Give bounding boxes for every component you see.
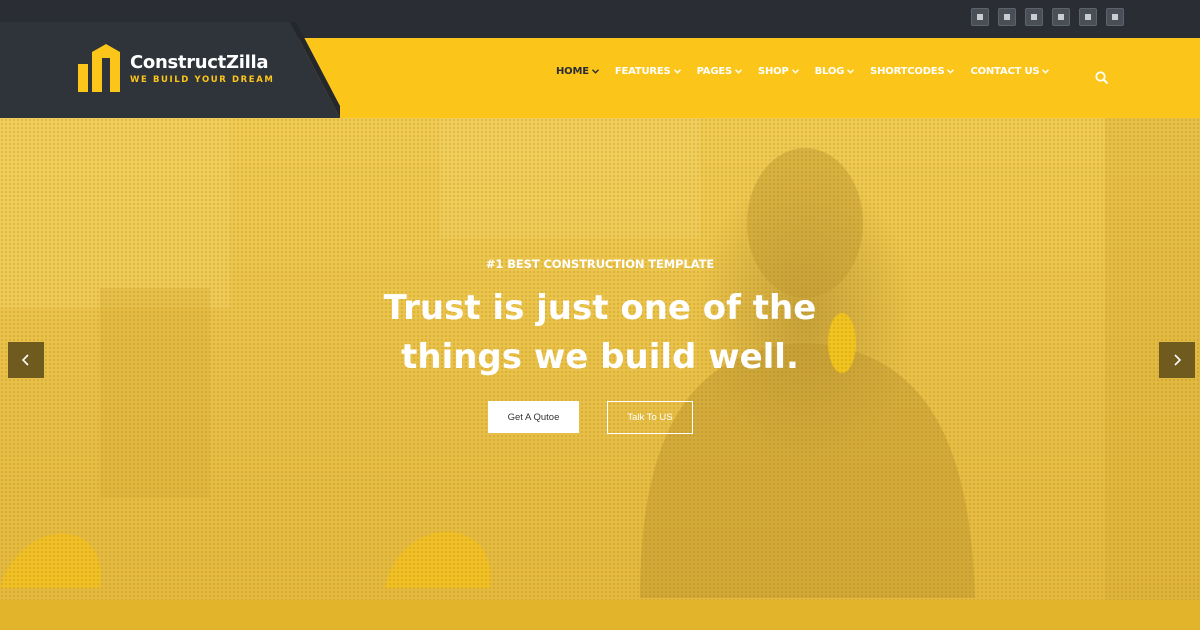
nav-item-contact-us[interactable]: CONTACT US xyxy=(970,66,1050,77)
building-logo-icon xyxy=(78,44,120,92)
hero-slider: #1 BEST CONSTRUCTION TEMPLATE Trust is j… xyxy=(0,118,1200,600)
chevron-down-icon xyxy=(673,69,681,74)
chevron-down-icon xyxy=(791,69,799,74)
nav-item-label: CONTACT US xyxy=(970,66,1040,77)
main-nav: HOME FEATURES PAGES SHOP BLOG SHORTCODES… xyxy=(556,66,1050,77)
chevron-down-icon xyxy=(591,69,599,74)
search-icon[interactable] xyxy=(1095,71,1109,85)
get-a-quote-button[interactable]: Get A Qutoe xyxy=(488,401,579,433)
nav-item-features[interactable]: FEATURES xyxy=(615,66,681,77)
hero-headline: Trust is just one of the things we build… xyxy=(0,284,1200,382)
nav-item-blog[interactable]: BLOG xyxy=(815,66,855,77)
social-links xyxy=(971,8,1124,26)
social-icon[interactable] xyxy=(1025,8,1043,26)
social-icon-glyph xyxy=(977,14,983,20)
talk-to-us-button[interactable]: Talk To US xyxy=(607,401,693,434)
nav-item-shop[interactable]: SHOP xyxy=(758,66,799,77)
logo-text: ConstructZilla WE BUILD YOUR DREAM xyxy=(130,52,275,86)
nav-item-label: SHOP xyxy=(757,66,789,77)
chevron-left-icon xyxy=(21,354,29,366)
nav-item-home[interactable]: HOME xyxy=(556,66,599,77)
chevron-down-icon xyxy=(847,69,855,74)
social-icon-glyph xyxy=(1058,14,1064,20)
nav-item-label: HOME xyxy=(556,66,589,77)
nav-item-label: BLOG xyxy=(814,66,845,77)
chevron-down-icon xyxy=(1042,69,1050,74)
nav-item-label: PAGES xyxy=(696,66,733,77)
social-icon-glyph xyxy=(1112,14,1118,20)
chevron-right-icon xyxy=(1174,354,1182,366)
hero-headline-line-2: things we build well. xyxy=(401,337,799,377)
social-icon[interactable] xyxy=(1106,8,1124,26)
social-icon[interactable] xyxy=(1079,8,1097,26)
social-icon-glyph xyxy=(1085,14,1091,20)
brand-tagline: WE BUILD YOUR DREAM xyxy=(130,75,275,85)
chevron-down-icon xyxy=(947,69,955,74)
chevron-down-icon xyxy=(734,69,742,74)
nav-item-shortcodes[interactable]: SHORTCODES xyxy=(870,66,955,77)
brand-name: ConstructZilla xyxy=(130,52,269,73)
social-icon[interactable] xyxy=(971,8,989,26)
hero-kicker: #1 BEST CONSTRUCTION TEMPLATE xyxy=(485,257,715,271)
hero-headline-line-1: Trust is just one of the xyxy=(383,288,817,328)
site-logo[interactable]: ConstructZilla WE BUILD YOUR DREAM xyxy=(76,44,274,94)
social-icon-glyph xyxy=(1031,14,1037,20)
slider-next-button[interactable] xyxy=(1159,342,1195,378)
nav-item-label: FEATURES xyxy=(614,66,671,77)
social-icon[interactable] xyxy=(998,8,1016,26)
nav-item-label: SHORTCODES xyxy=(870,66,945,77)
social-icon-glyph xyxy=(1004,14,1010,20)
slider-prev-button[interactable] xyxy=(8,342,44,378)
bottom-strip xyxy=(0,600,1200,630)
nav-item-pages[interactable]: PAGES xyxy=(697,66,742,77)
social-icon[interactable] xyxy=(1052,8,1070,26)
